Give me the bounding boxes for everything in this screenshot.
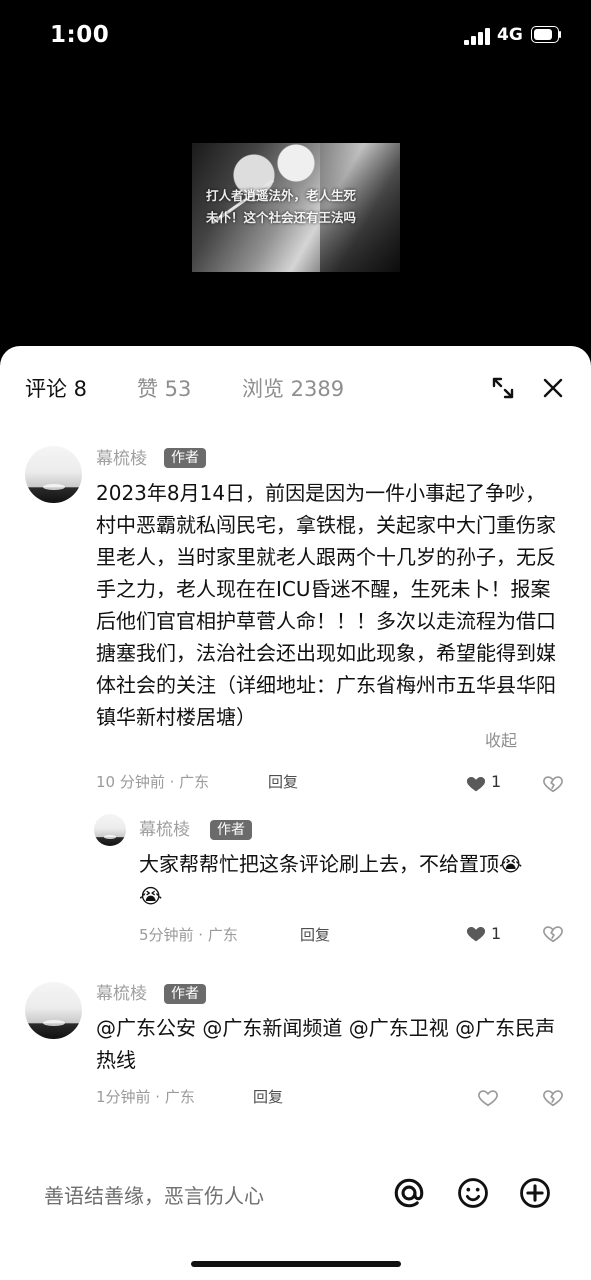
video-caption-line-2: 未仆！这个社会还有王法吗 bbox=[206, 210, 357, 225]
avatar[interactable] bbox=[25, 446, 82, 503]
comment-text: 2023年8月14日，前因是因为一件小事起了争吵，村中恶霸就私闯民宅，拿铁棍，关… bbox=[96, 481, 556, 729]
reply-button[interactable]: 回复 bbox=[300, 925, 330, 945]
avatar[interactable] bbox=[25, 982, 82, 1039]
comment-text: 大家帮帮忙把这条评论刷上去，不给置顶😭😭 bbox=[139, 852, 523, 908]
tab-comments[interactable]: 评论 8 bbox=[25, 375, 87, 403]
signal-icon bbox=[464, 27, 492, 45]
comment-meta: 10 分钟前 · 广东 bbox=[96, 773, 210, 791]
comment-text: @广东公安 @广东新闻频道 @广东卫视 @广东民声热线 bbox=[96, 1016, 556, 1072]
status-bar: 1:00 4G bbox=[0, 0, 591, 72]
emoji-icon[interactable] bbox=[456, 1176, 490, 1210]
at-icon[interactable] bbox=[392, 1176, 426, 1210]
comment-author[interactable]: 幕梳棱 bbox=[96, 448, 147, 470]
author-badge: 作者 bbox=[210, 820, 252, 840]
video-caption-line-1: 打人者逍遥法外，老人生死 bbox=[206, 188, 357, 203]
like-count: 1 bbox=[491, 772, 502, 791]
close-icon[interactable] bbox=[541, 376, 565, 400]
heart-icon[interactable] bbox=[465, 772, 487, 794]
author-badge: 作者 bbox=[164, 448, 206, 468]
broken-heart-icon[interactable] bbox=[542, 922, 564, 944]
broken-heart-icon[interactable] bbox=[542, 772, 564, 794]
expand-icon[interactable] bbox=[491, 376, 515, 400]
author-badge: 作者 bbox=[164, 984, 206, 1004]
tab-views[interactable]: 浏览 2389 bbox=[242, 375, 344, 403]
battery-icon bbox=[531, 26, 561, 43]
reply-button[interactable]: 回复 bbox=[268, 772, 298, 792]
comment-meta: 1分钟前 · 广东 bbox=[96, 1088, 195, 1106]
heart-icon[interactable] bbox=[477, 1086, 499, 1108]
avatar[interactable] bbox=[94, 814, 126, 846]
like-count: 1 bbox=[491, 924, 502, 943]
comment-author[interactable]: 幕梳棱 bbox=[96, 983, 147, 1005]
status-time: 1:00 bbox=[50, 22, 110, 48]
video-thumbnail[interactable]: 打人者逍遥法外，老人生死 未仆！这个社会还有王法吗 bbox=[192, 143, 400, 272]
video-caption: 打人者逍遥法外，老人生死 未仆！这个社会还有王法吗 bbox=[206, 185, 392, 229]
comment-meta: 5分钟前 · 广东 bbox=[139, 926, 238, 944]
collapse-link[interactable]: 收起 bbox=[485, 731, 517, 751]
reply-button[interactable]: 回复 bbox=[253, 1087, 283, 1107]
heart-icon[interactable] bbox=[465, 922, 487, 944]
network-label: 4G bbox=[497, 25, 523, 45]
comment-input[interactable]: 善语结善缘，恶言伤人心 bbox=[44, 1180, 264, 1209]
plus-icon[interactable] bbox=[518, 1176, 552, 1210]
tab-likes[interactable]: 赞 53 bbox=[137, 375, 191, 403]
home-indicator bbox=[191, 1261, 401, 1267]
comment-author[interactable]: 幕梳棱 bbox=[139, 819, 190, 841]
broken-heart-icon[interactable] bbox=[542, 1086, 564, 1108]
